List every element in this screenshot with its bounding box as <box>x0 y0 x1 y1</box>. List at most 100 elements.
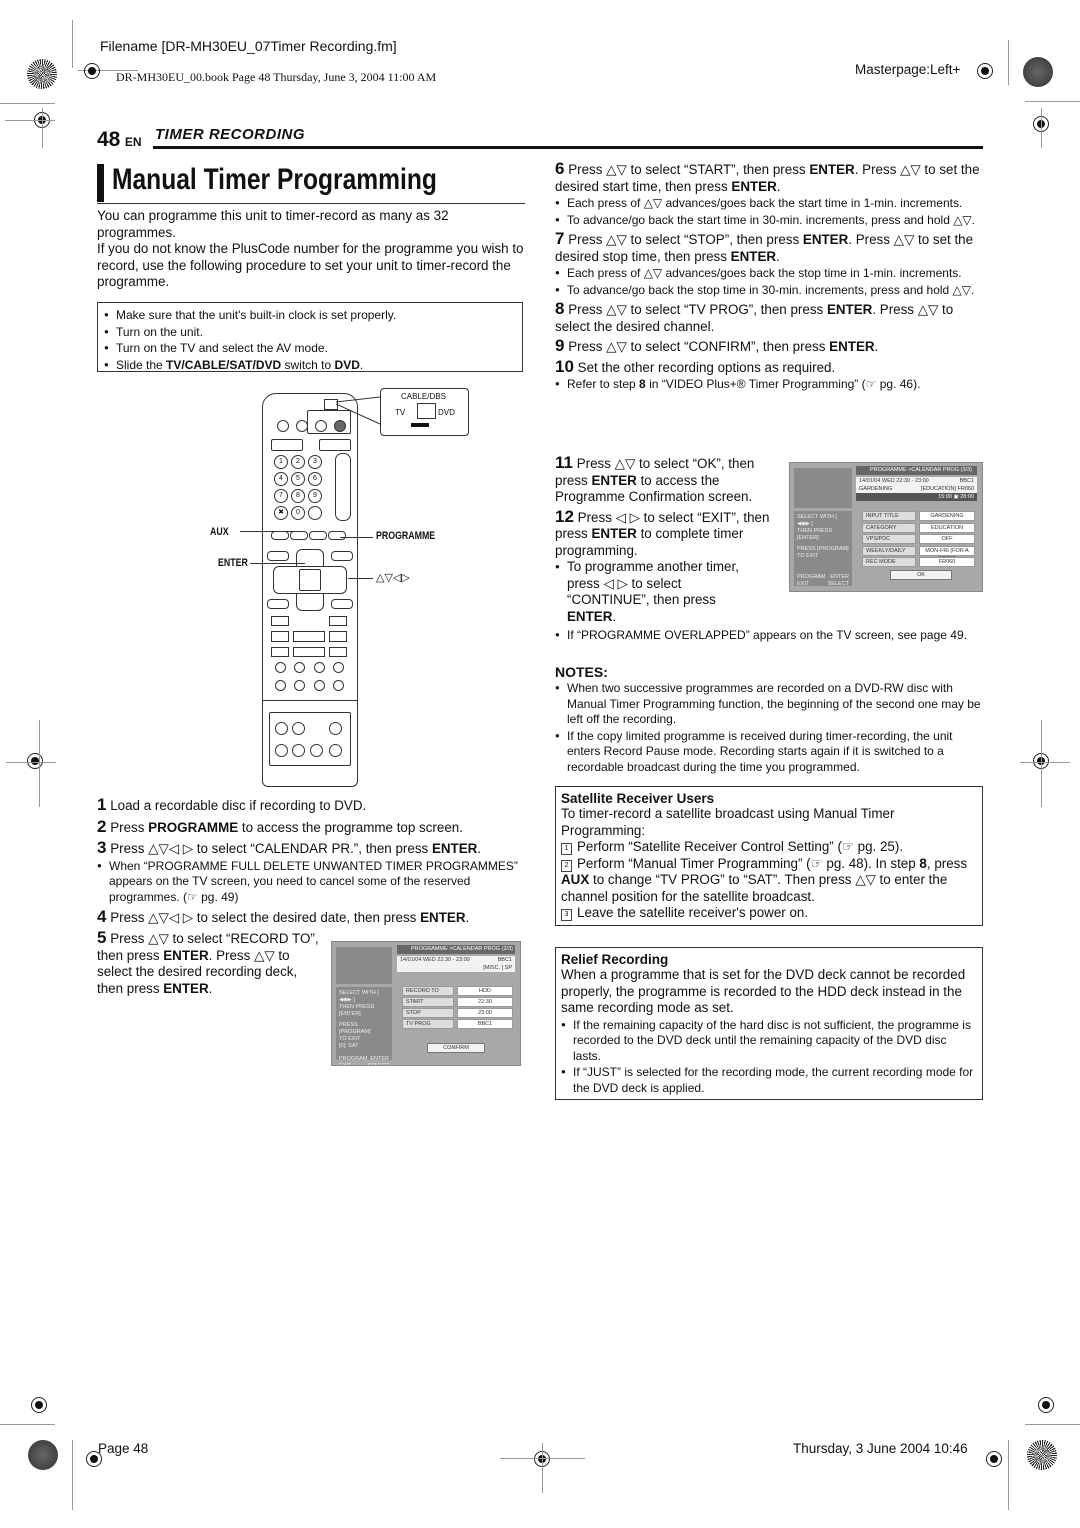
numpad-key: 3 <box>308 455 322 469</box>
prep-item: Turn on the unit. <box>104 324 516 341</box>
step-3-note: When “PROGRAMME FULL DELETE UNWANTED TIM… <box>97 858 527 906</box>
step-10-note: Refer to step 8 in “VIDEO Plus+® Timer P… <box>555 376 985 393</box>
page-heading: 48 EN <box>97 128 141 152</box>
callout-leader <box>348 578 373 579</box>
color-target-icon <box>1023 57 1053 87</box>
step-11: 11 Press △▽ to select “OK”, then press E… <box>555 453 755 504</box>
switch-slider <box>417 403 436 419</box>
step-10: 10 Set the other recording options as re… <box>555 356 836 376</box>
step-9: 9 Press △▽ to select “CONFIRM”, then pre… <box>555 336 879 355</box>
page-title: Manual Timer Programming <box>112 163 437 196</box>
pause-button <box>329 647 347 657</box>
registration-mark-icon <box>973 59 997 83</box>
crop-mark <box>1025 101 1080 102</box>
numpad-key: ✖ <box>274 506 288 520</box>
numpad-key: 0 <box>291 506 305 520</box>
step-6-note: To advance/go back the start time in 30-… <box>555 212 985 229</box>
remote-button <box>319 439 351 451</box>
crop-mark <box>1041 108 1042 148</box>
screen-title: PROGRAMME >CALENDAR PROG (3/3) <box>856 466 977 475</box>
crop-mark <box>42 108 43 148</box>
remote-button <box>296 420 308 432</box>
numpad-key: 9 <box>308 489 322 503</box>
remote-button <box>309 531 327 540</box>
step-6-note: Each press of △▽ advances/goes back the … <box>555 195 985 212</box>
remote-button <box>331 551 353 561</box>
screen-row-value: MON-FRI (FOR A WEEK) <box>919 545 975 562</box>
screen-row-label: WEEKLY/DAILY <box>862 545 916 556</box>
callout-programme: PROGRAMME <box>376 530 436 542</box>
step-box-icon: 1 <box>561 843 572 855</box>
crop-mark <box>6 762 56 763</box>
satellite-intro: To timer-record a satellite broadcast us… <box>561 806 895 838</box>
switch-dvd-label: DVD <box>438 408 455 417</box>
crop-mark <box>72 1440 73 1510</box>
notes-section: NOTES: When two successive programmes ar… <box>555 664 985 775</box>
relief-box: Relief Recording When a programme that i… <box>555 947 983 1100</box>
relief-item: If “JUST” is selected for the recording … <box>561 1064 977 1096</box>
switch-label: CABLE/DBS <box>401 392 446 401</box>
remote-button <box>271 439 303 451</box>
prep-item: Slide the TV/CABLE/SAT/DVD switch to DVD… <box>104 357 516 374</box>
remote-button <box>275 744 288 757</box>
record-button <box>271 647 289 657</box>
remote-button <box>292 744 305 757</box>
step-6: 6 Press △▽ to select “START”, then press… <box>555 159 980 194</box>
footer-page: Page 48 <box>98 1441 149 1456</box>
preparation-box: Make sure that the unit's built-in clock… <box>97 302 523 372</box>
screen-preview <box>794 468 852 508</box>
color-target-icon <box>1027 1440 1057 1470</box>
header-book-line: DR-MH30EU_00.book Page 48 Thursday, June… <box>116 70 437 84</box>
remote-button <box>267 551 289 561</box>
skip-back-button <box>271 616 289 626</box>
callout-arrows: △▽◁▷ <box>376 572 410 584</box>
screen-row-label: RECORD TO <box>402 986 454 996</box>
header-masterpage: Masterpage:Left+ <box>855 62 961 77</box>
confirm-button: CONFIRM <box>427 1043 485 1053</box>
step-8: 8 Press △▽ to select “TV PROG”, then pre… <box>555 299 954 334</box>
satellite-heading: Satellite Receiver Users <box>561 791 715 806</box>
step-2: 2 Press PROGRAMME to access the programm… <box>97 816 463 836</box>
step-7-note: Each press of △▽ advances/goes back the … <box>555 265 985 282</box>
stop-button <box>293 647 325 657</box>
step-7-note: To advance/go back the stop time in 30-m… <box>555 282 985 299</box>
steps-right-lower: 11 Press △▽ to select “OK”, then press E… <box>555 453 770 625</box>
play-button <box>293 631 325 642</box>
numpad-key: 8 <box>291 489 305 503</box>
step-12-note: To programme another timer, press ◁ ▷ to… <box>555 559 747 625</box>
crop-mark <box>72 20 73 68</box>
aux-button <box>290 531 308 540</box>
screen-row-label: REC MODE <box>862 557 916 567</box>
prep-item: Turn on the TV and select the AV mode. <box>104 340 516 357</box>
callout-leader <box>240 531 302 532</box>
registration-mark-icon <box>27 1393 51 1417</box>
remote-button <box>329 744 342 757</box>
header-filename: Filename [DR-MH30EU_07Timer Recording.fm… <box>100 38 397 54</box>
page-lang: EN <box>124 135 142 149</box>
crop-mark <box>1025 1424 1080 1425</box>
registration-mark-icon <box>80 59 104 83</box>
screen-row-value: FR060 <box>919 557 975 567</box>
step-4: 4 Press △▽◁ ▷ to select the desired date… <box>97 907 470 926</box>
remote-button <box>275 722 288 735</box>
screen-title: PROGRAMME >CALENDAR PROG (2/3) <box>397 945 515 954</box>
note-item: If the copy limited programme is receive… <box>555 728 985 776</box>
step-box-icon: 2 <box>561 859 572 872</box>
step-1: 1 Load a recordable disc if recording to… <box>97 795 367 814</box>
registration-mark-icon <box>23 749 47 773</box>
tv-screen-calendar-2of3: SELECT WITH [ ◀◆▶ ] THEN PRESS [ENTER] P… <box>331 941 521 1066</box>
screen-row-value: GARDENING <box>919 511 975 521</box>
crop-mark <box>542 1443 543 1493</box>
remote-flap-line <box>263 700 357 701</box>
remote-button <box>294 680 305 691</box>
switch-tv-label: TV <box>395 408 406 417</box>
numpad-key: 1 <box>274 455 288 469</box>
callout-aux: AUX <box>210 526 229 538</box>
step-3: 3 Press △▽◁ ▷ to select “CALENDAR PR.”, … <box>97 838 482 857</box>
callout-leader <box>250 563 305 564</box>
screen-row-label: START <box>402 997 454 1007</box>
programme-button <box>328 531 346 540</box>
crop-mark <box>1020 762 1070 763</box>
remote-button <box>292 722 305 735</box>
tv-screen-calendar-3of3: SELECT WITH [ ◀◆▶ ] THEN PRESS [ENTER] P… <box>789 462 983 592</box>
